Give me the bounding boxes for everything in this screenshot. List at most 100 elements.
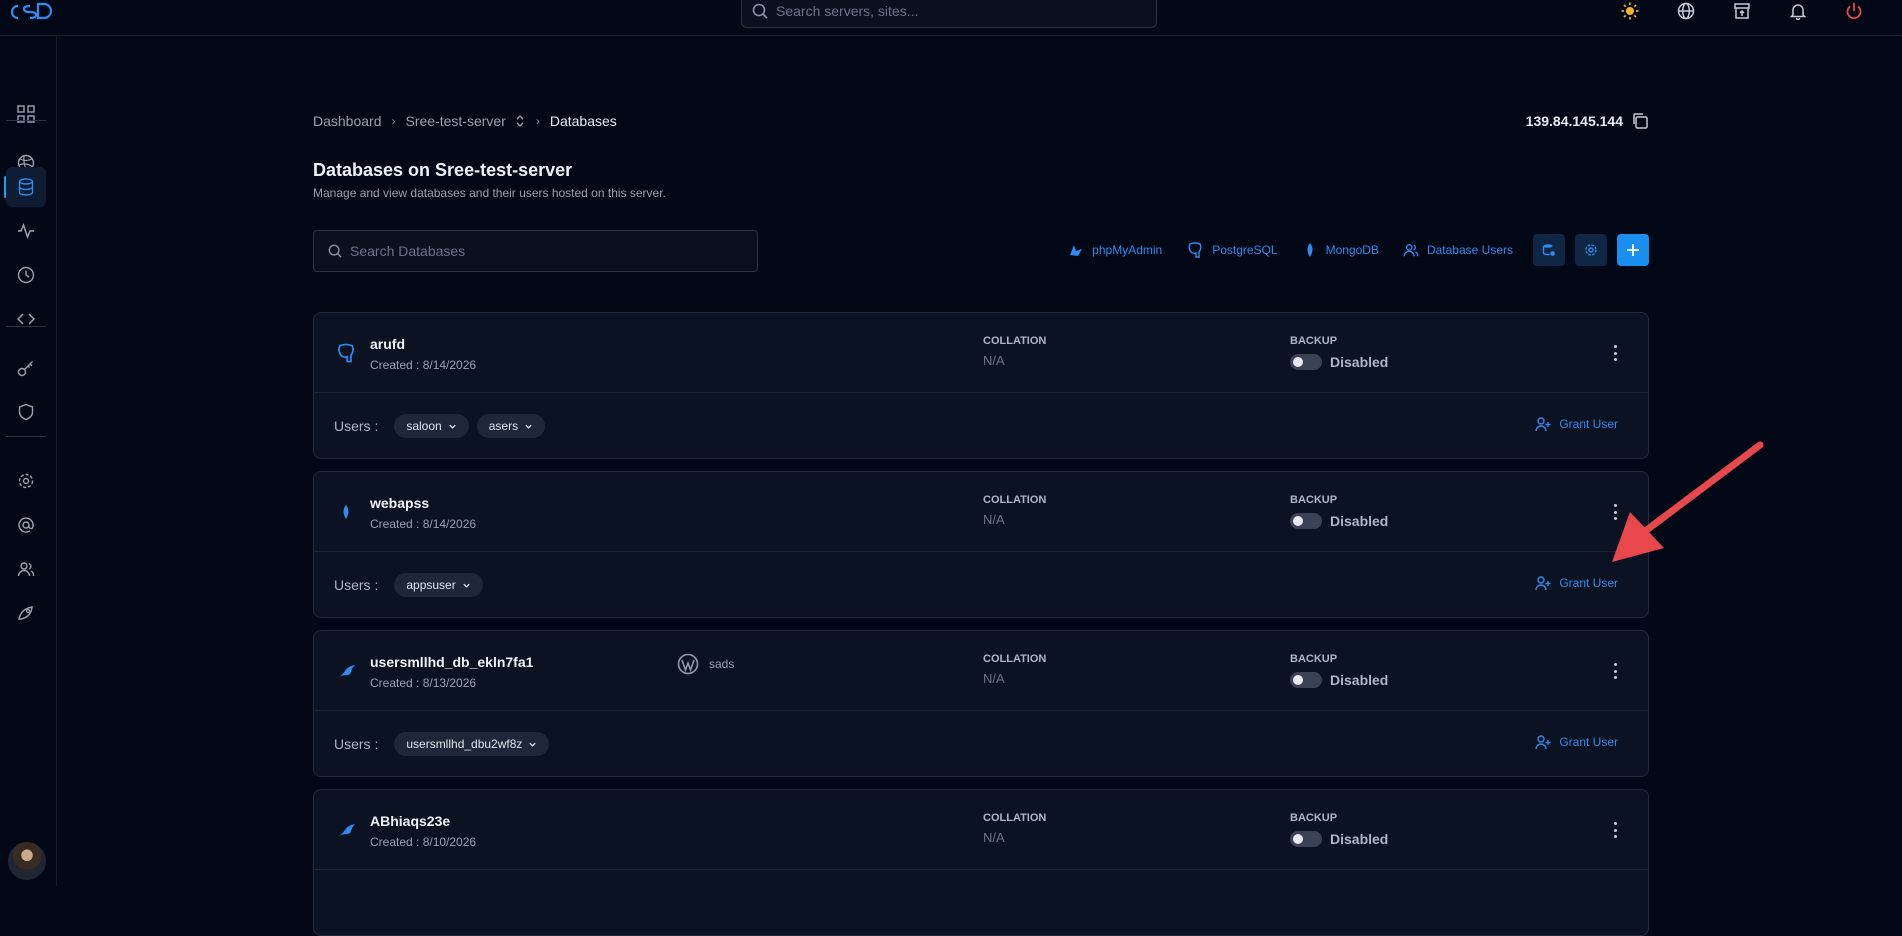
at-icon: [18, 517, 34, 533]
backup-toggle[interactable]: [1290, 513, 1322, 529]
database-created: Created : 8/14/2026: [370, 358, 477, 372]
database-users-link[interactable]: Database Users: [1403, 242, 1513, 258]
database-name[interactable]: usersmllhd_db_ekln7fa1: [370, 654, 533, 670]
phpmyadmin-label: phpMyAdmin: [1092, 243, 1163, 257]
copy-icon[interactable]: [1631, 112, 1649, 130]
more-options-icon[interactable]: [1612, 343, 1618, 363]
user-chip[interactable]: saloon: [394, 414, 469, 438]
breadcrumb-current: Databases: [549, 113, 617, 129]
grant-user-button[interactable]: Grant User: [1535, 416, 1618, 432]
deploy-icon: [18, 606, 33, 620]
grant-user-button[interactable]: Grant User: [1535, 575, 1618, 591]
database-search[interactable]: [313, 230, 758, 272]
sidebar-divider: [6, 120, 46, 121]
more-options-icon[interactable]: [1612, 820, 1618, 840]
collation-value: N/A: [983, 671, 1005, 686]
archive-button[interactable]: [1714, 0, 1770, 22]
postgresql-icon: [334, 341, 358, 365]
collation-label: COLLATION: [983, 494, 1047, 506]
sidebar-item-monitoring[interactable]: [6, 211, 46, 251]
chevron-down-icon: [463, 583, 470, 588]
database-settings-button[interactable]: [1533, 234, 1565, 266]
database-icon: [18, 178, 34, 196]
sidebar-item-cron[interactable]: [6, 255, 46, 295]
backup-toggle[interactable]: [1290, 672, 1322, 688]
key-icon: [17, 361, 33, 377]
activity-icon: [18, 222, 34, 240]
global-search[interactable]: [741, 0, 1157, 28]
collation-label: COLLATION: [983, 653, 1047, 665]
user-plus-icon: [1535, 576, 1551, 591]
logo-icon[interactable]: [8, 0, 52, 22]
theme-toggle-button[interactable]: [1602, 0, 1658, 22]
sidebar-item-email[interactable]: [6, 505, 46, 545]
backup-label: BACKUP: [1290, 335, 1338, 347]
mongodb-link[interactable]: MongoDB: [1302, 242, 1379, 258]
users-label: Users :: [334, 736, 379, 752]
top-bar: [0, 0, 1902, 36]
avatar[interactable]: [8, 842, 46, 880]
backup-label: BACKUP: [1290, 494, 1338, 506]
database-name[interactable]: webapss: [370, 495, 429, 511]
user-chip[interactable]: appsuser: [394, 573, 483, 597]
users-icon: [17, 562, 35, 577]
collation-value: N/A: [983, 353, 1005, 368]
database-card: ABhiaqs23e Created : 8/10/2026 COLLATION…: [313, 789, 1649, 936]
user-plus-icon: [1535, 417, 1551, 432]
backup-status: Disabled: [1330, 831, 1389, 847]
user-chip-label: usersmllhd_dbu2wf8z: [406, 737, 523, 751]
phpmyadmin-icon: [1070, 245, 1083, 256]
user-chip-label: asers: [488, 419, 519, 433]
backup-toggle[interactable]: [1290, 831, 1322, 847]
collation-label: COLLATION: [983, 812, 1047, 824]
mongodb-label: MongoDB: [1325, 243, 1379, 257]
sidebar-item-ssh-keys[interactable]: [6, 348, 46, 388]
server-ip-text: 139.84.145.144: [1525, 113, 1623, 129]
collation-value: N/A: [983, 830, 1005, 845]
user-chip-label: appsuser: [406, 578, 456, 592]
language-button[interactable]: [1658, 0, 1714, 22]
chevron-right-icon: ›: [391, 114, 396, 128]
chevron-up-down-icon[interactable]: [514, 114, 526, 128]
backup-toggle[interactable]: [1290, 354, 1322, 370]
notifications-button[interactable]: [1770, 0, 1826, 22]
database-card: webapss Created : 8/14/2026 COLLATION N/…: [313, 471, 1649, 618]
breadcrumb-server[interactable]: Sree-test-server: [406, 113, 506, 129]
sidebar-item-security[interactable]: [6, 392, 46, 432]
postgresql-link[interactable]: PostgreSQL: [1186, 241, 1278, 259]
sidebar-item-dashboard[interactable]: [6, 94, 46, 134]
sidebar-item-databases[interactable]: [6, 167, 46, 207]
sidebar-item-code[interactable]: [6, 299, 46, 339]
postgresql-label: PostgreSQL: [1212, 243, 1278, 257]
database-gear-icon: [1542, 244, 1555, 256]
sidebar-item-settings[interactable]: [6, 461, 46, 501]
user-chip[interactable]: asers: [476, 414, 546, 438]
database-created: Created : 8/14/2026: [370, 517, 477, 531]
phpmyadmin-link[interactable]: phpMyAdmin: [1068, 242, 1162, 258]
sidebar: [0, 36, 57, 886]
search-icon: [752, 3, 768, 19]
linked-site[interactable]: sads: [677, 653, 734, 675]
page-subtitle: Manage and view databases and their user…: [313, 186, 666, 200]
settings-button[interactable]: [1575, 234, 1607, 266]
add-database-button[interactable]: [1617, 234, 1649, 266]
database-name[interactable]: ABhiaqs23e: [370, 813, 450, 829]
backup-label: BACKUP: [1290, 812, 1338, 824]
plus-icon: [1627, 244, 1639, 256]
more-options-icon[interactable]: [1612, 502, 1618, 522]
sidebar-item-deploy[interactable]: [6, 593, 46, 633]
user-chip-label: saloon: [406, 419, 442, 433]
sidebar-item-team[interactable]: [6, 549, 46, 589]
breadcrumb-dashboard[interactable]: Dashboard: [313, 113, 382, 129]
logout-button[interactable]: [1826, 0, 1882, 22]
user-chip[interactable]: usersmllhd_dbu2wf8z: [394, 732, 550, 756]
global-search-input[interactable]: [776, 3, 1136, 19]
breadcrumb: Dashboard › Sree-test-server › Databases: [313, 113, 617, 129]
more-options-icon[interactable]: [1612, 661, 1618, 681]
backup-status: Disabled: [1330, 354, 1389, 370]
clock-icon: [17, 266, 35, 284]
grant-user-button[interactable]: Grant User: [1535, 734, 1618, 750]
users-label: Users :: [334, 577, 379, 593]
database-name[interactable]: arufd: [370, 336, 405, 352]
database-search-input[interactable]: [350, 243, 740, 259]
